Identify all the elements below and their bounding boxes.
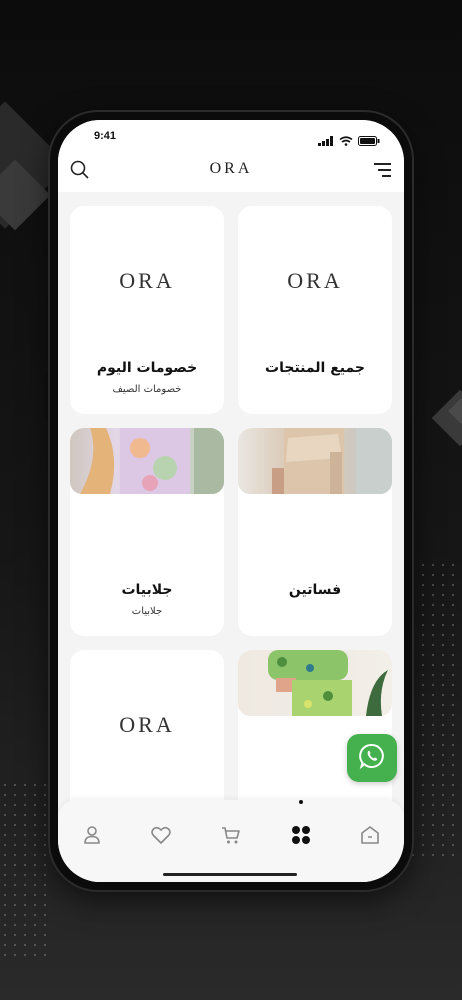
menu-button[interactable] <box>370 160 394 184</box>
app-bar: ORA <box>58 152 404 192</box>
heart-icon <box>150 824 172 850</box>
home-icon <box>359 824 381 850</box>
wifi-icon <box>339 131 353 150</box>
whatsapp-icon <box>359 743 385 773</box>
nav-item-categories[interactable] <box>286 800 316 852</box>
card-logo: ORA <box>119 268 175 293</box>
battery-icon <box>358 131 380 150</box>
card-subtitle: خصومات الصيف <box>112 384 182 395</box>
active-indicator-dot <box>299 800 303 804</box>
card-logo: ORA <box>287 268 343 293</box>
card-logo: ORA <box>119 712 175 737</box>
brand-logo: ORA <box>209 160 253 177</box>
card-subtitle: جلابيات <box>131 606 163 617</box>
app-screen: 9:41 ORA ORA جميع المنتجات ORA خصومات ال… <box>58 120 404 882</box>
jalabiya-photo <box>70 428 224 494</box>
background-dot-grid-left <box>0 780 52 960</box>
profile-icon <box>81 824 103 850</box>
signal-icon <box>318 131 334 150</box>
category-card-all-products[interactable]: ORA جميع المنتجات <box>238 206 392 414</box>
phone-frame: 9:41 ORA ORA جميع المنتجات ORA خصومات ال… <box>50 112 412 890</box>
status-icons <box>318 131 380 150</box>
card-title: فساتين <box>288 582 342 598</box>
nav-item-profile[interactable] <box>77 822 107 852</box>
whatsapp-button[interactable] <box>347 734 397 782</box>
menu-icon <box>372 162 392 182</box>
home-indicator <box>163 873 297 876</box>
nav-item-favorites[interactable] <box>146 822 176 852</box>
category-card-dresses[interactable]: فساتين <box>238 428 392 636</box>
card-title: جميع المنتجات <box>265 360 365 376</box>
dress-photo <box>238 428 392 494</box>
category-card-jalabiya[interactable]: جلابيات جلابيات <box>70 428 224 636</box>
bottom-nav <box>58 800 404 882</box>
floral-photo <box>238 650 392 716</box>
status-bar: 9:41 <box>58 120 404 152</box>
status-time: 9:41 <box>94 130 117 142</box>
card-title: خصومات اليوم <box>96 360 198 376</box>
card-title: جلابيات <box>121 582 173 598</box>
cart-icon <box>220 824 242 850</box>
category-card-daily-deals[interactable]: ORA خصومات اليوم خصومات الصيف <box>70 206 224 414</box>
nav-item-cart[interactable] <box>216 822 246 852</box>
nav-item-home[interactable] <box>355 822 385 852</box>
categories-icon <box>290 824 312 850</box>
